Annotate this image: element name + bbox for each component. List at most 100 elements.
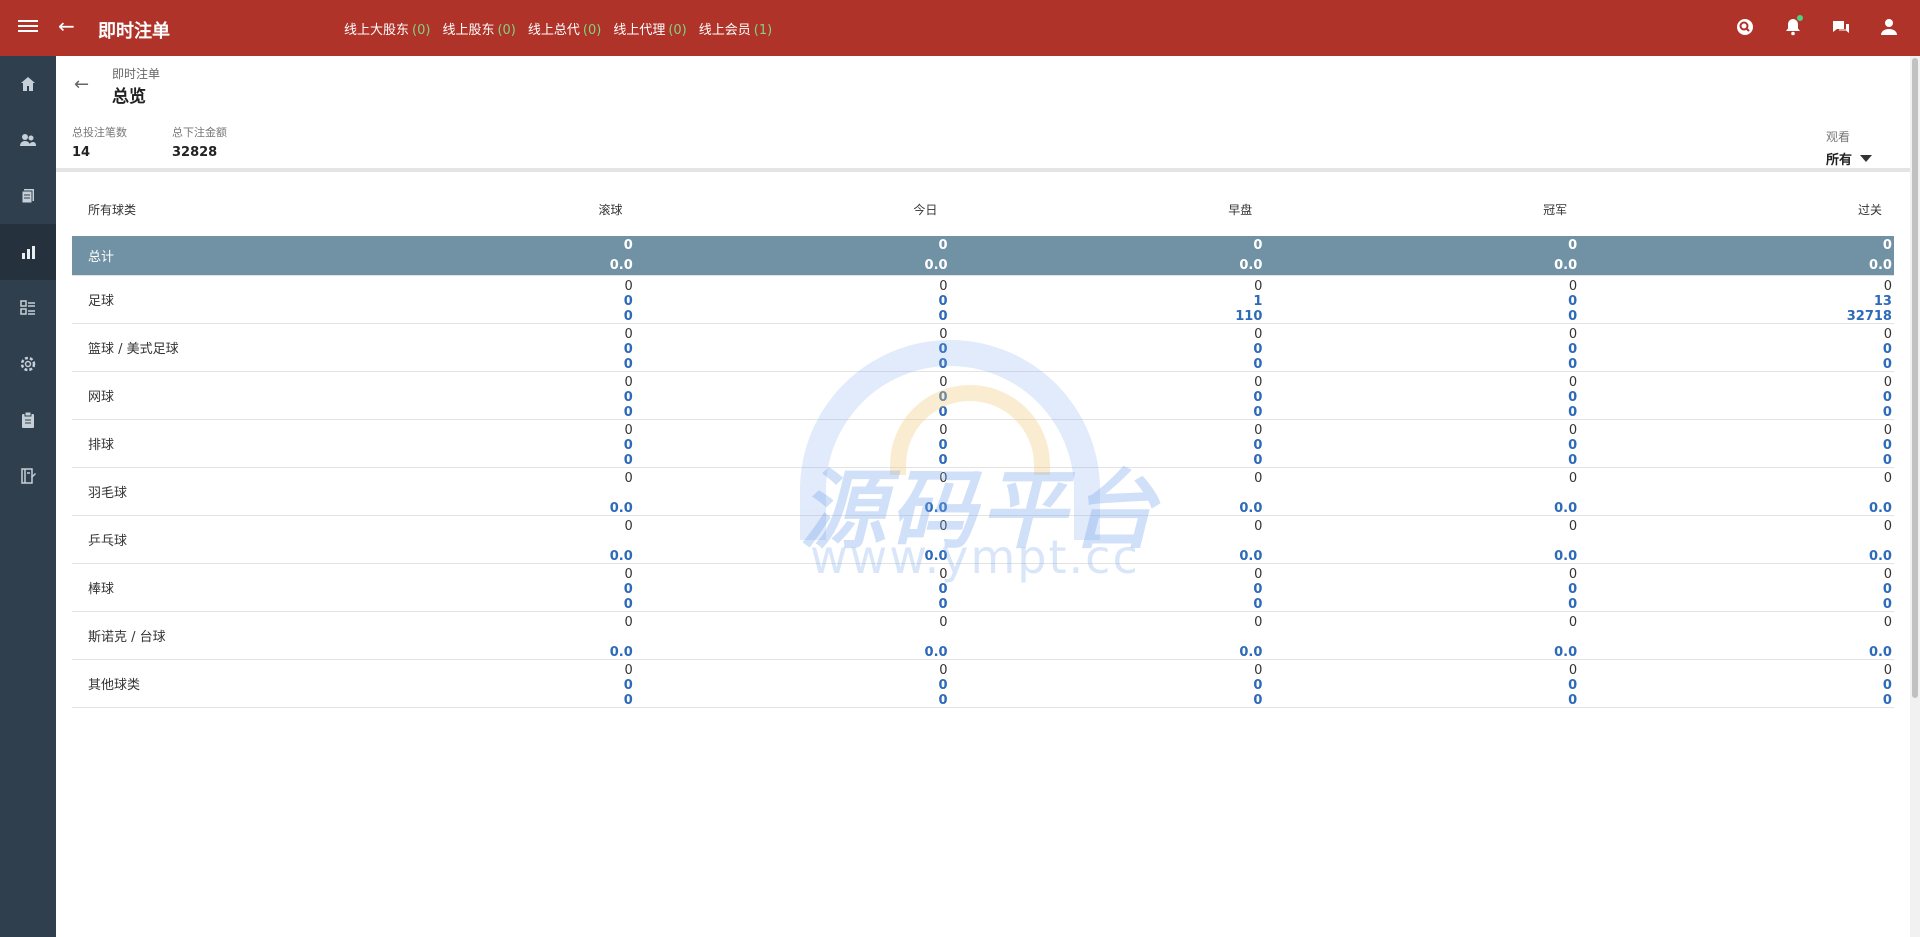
cell-value: 0 (1568, 294, 1578, 309)
column-header: 所有球类 (88, 202, 137, 217)
cell-value: 0 (1568, 405, 1578, 420)
home-icon[interactable] (0, 56, 56, 112)
online-item[interactable]: 线上会员 (1) (699, 19, 772, 38)
total-cell: 0 0.0 (320, 236, 635, 275)
cell-value: 13 (1873, 294, 1892, 309)
cell-value (1264, 534, 1577, 549)
cell-value: 0 (938, 693, 948, 708)
cell-value: 0 (1568, 342, 1578, 357)
online-item[interactable]: 线上总代 (0) (528, 19, 601, 38)
scrollbar[interactable] (1910, 56, 1920, 937)
cell-value: 0 (939, 519, 948, 534)
cell-value: 0 (623, 309, 633, 324)
back-arrow-icon[interactable]: ← (74, 74, 89, 95)
online-item[interactable]: 线上代理 (0) (613, 19, 686, 38)
users-icon[interactable] (0, 112, 56, 168)
table-cell: 0 0.0 (1579, 468, 1894, 516)
cell-value: 0 (624, 423, 633, 438)
bell-icon[interactable] (1782, 15, 1804, 38)
sport-label: 排球 (88, 438, 115, 453)
table-cell: 000 (950, 660, 1265, 708)
settings-icon[interactable] (0, 336, 56, 392)
cell-value (635, 630, 948, 645)
total-value: 0.0 (924, 258, 948, 273)
cell-value: 0 (1568, 453, 1578, 468)
cell-value: 0 (1883, 423, 1892, 438)
column-header: 早盘 (1228, 202, 1253, 217)
cell-value: 0.0 (1554, 501, 1578, 516)
online-item[interactable]: 线上大股东 (0) (344, 19, 430, 38)
cell-value: 0 (939, 663, 948, 678)
view-filter[interactable]: 观看 所有 (1826, 128, 1872, 168)
cell-value: 0 (1253, 390, 1263, 405)
cell-value: 0 (1568, 582, 1578, 597)
chat-icon[interactable] (1830, 16, 1852, 38)
cell-value: 0 (624, 663, 633, 678)
cell-value (1579, 486, 1892, 501)
cell-value: 0 (1568, 567, 1578, 582)
cell-value: 0 (1568, 423, 1578, 438)
table-cell: 0 0.0 (320, 612, 635, 660)
cell-value: 0 (1254, 375, 1263, 390)
total-cell: 0 0.0 (635, 236, 950, 275)
report-icon[interactable] (0, 448, 56, 504)
table-row: 排球 0 0 0 0 0 0 0 0 0 0 0 0 0 0 0 (72, 420, 1894, 468)
cell-value: 0 (1568, 309, 1578, 324)
total-bets-value: 14 (72, 145, 91, 160)
cell-value (635, 534, 948, 549)
online-item-label: 线上总代 (527, 23, 580, 38)
cell-value: 0 (1883, 279, 1892, 294)
view-label: 观看 (1825, 130, 1850, 144)
cell-value: 0.0 (1239, 645, 1263, 660)
table-cell: 000 (1264, 276, 1579, 324)
cell-value: 0 (623, 693, 633, 708)
cell-value: 0 (939, 327, 948, 342)
cell-value: 0.0 (1868, 501, 1892, 516)
summary-table: 所有球类 滚球 今日 早盘 冠军 过关 总计 0 0.0 0 0.0 0 0.0 0 0.0 0 0.0 足球 0 0… (72, 182, 1894, 708)
cell-value: 0.0 (1868, 645, 1892, 660)
table-header-row: 所有球类 滚球 今日 早盘 冠军 过关 (72, 182, 1894, 236)
table-cell: 0 1 110 (950, 276, 1265, 324)
sport-label: 棒球 (88, 582, 115, 597)
table-cell: 000 (635, 564, 950, 612)
cell-value: 0 (938, 294, 948, 309)
cell-value: 0 (1568, 597, 1578, 612)
documents-icon[interactable] (0, 168, 56, 224)
cell-value: 0 (623, 678, 633, 693)
table-cell: 000 (320, 660, 635, 708)
online-item[interactable]: 线上股东 (0) (442, 19, 515, 38)
cell-value (1264, 630, 1577, 645)
cell-value (950, 534, 1263, 549)
cell-value: 0 (623, 453, 633, 468)
view-select[interactable]: 所有 (1826, 149, 1872, 168)
online-item-label: 线上会员 (698, 23, 751, 38)
menu-icon[interactable] (18, 17, 38, 37)
cell-value: 0 (938, 390, 948, 405)
table-cell: 0 13 32718 (1579, 276, 1894, 324)
cell-value: 0 (1254, 567, 1263, 582)
online-item-label: 线上股东 (442, 23, 495, 38)
cell-value (950, 486, 1263, 501)
clipboard-icon[interactable] (0, 392, 56, 448)
back-arrow-icon[interactable]: ← (58, 14, 75, 38)
online-item-count: (0) (497, 23, 516, 38)
user-icon[interactable] (1878, 16, 1900, 38)
cell-value: 0 (1253, 582, 1263, 597)
table-cell: 0 0.0 (635, 468, 950, 516)
sport-label: 网球 (88, 390, 115, 405)
cell-value: 0 (1882, 405, 1892, 420)
sidebar (0, 56, 56, 937)
scrollbar-thumb[interactable] (1912, 58, 1918, 698)
online-item-label: 线上代理 (613, 23, 666, 38)
list-icon[interactable] (0, 280, 56, 336)
sport-label: 斯诺克 / 台球 (88, 630, 166, 645)
chart-icon[interactable] (0, 224, 56, 280)
breadcrumb: 即时注单 (112, 67, 161, 81)
cell-value: 0 (624, 471, 633, 486)
table-cell: 000 (1264, 324, 1579, 372)
cell-value: 0 (624, 567, 633, 582)
table-cell: 000 (1579, 324, 1894, 372)
cell-value: 0 (1882, 678, 1892, 693)
table-cell: 000 (320, 372, 635, 420)
search-icon[interactable] (1734, 16, 1756, 38)
